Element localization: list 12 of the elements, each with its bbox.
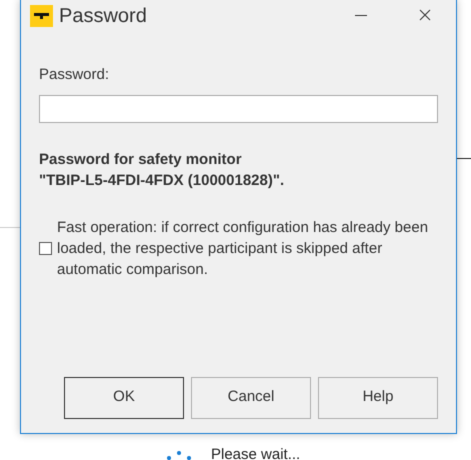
password-field[interactable] (39, 94, 438, 122)
dialog-button[interactable]: OK (64, 376, 184, 418)
checkbox[interactable] (39, 242, 52, 254)
spinner-icon (166, 450, 192, 460)
dialog-button[interactable]: Cancel (191, 376, 311, 418)
message-text: Password for safety monitor "TBIP-L5-4FDI-4FDX (100001828)". (39, 150, 286, 190)
window-title: Password (59, 4, 147, 28)
dialog-button[interactable]: Help (318, 376, 438, 418)
status-text: Please wait... (211, 445, 300, 460)
checkbox-label: Fast operation: if correct configuration has already been loaded, the respective participant is skipped after automatic comparison. (57, 218, 430, 280)
field-label: Password: (39, 65, 110, 85)
close-icon (419, 9, 431, 22)
